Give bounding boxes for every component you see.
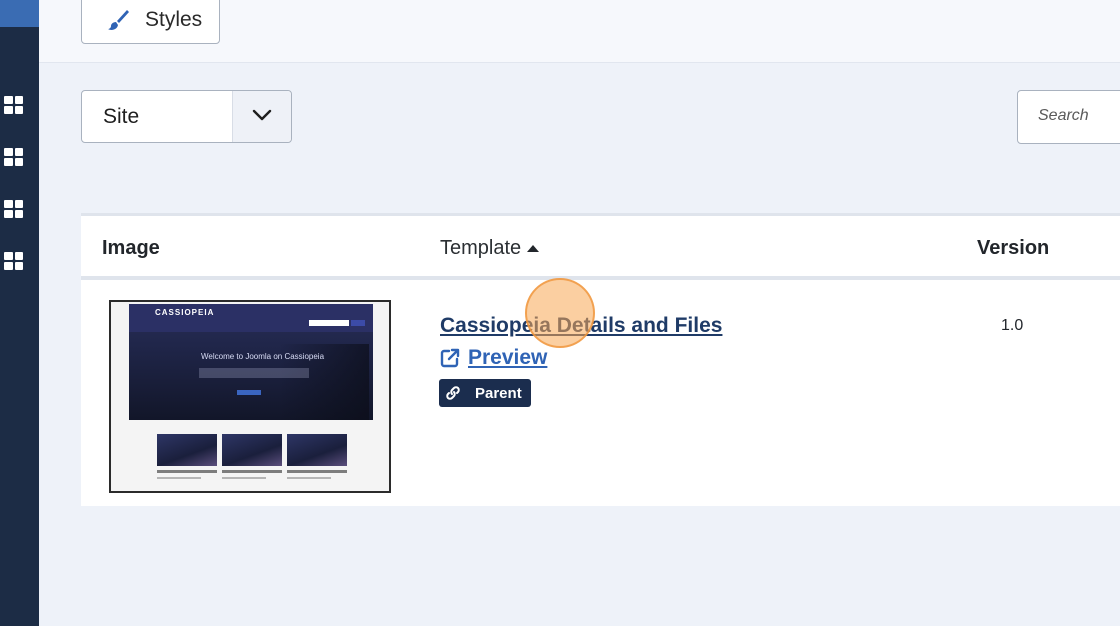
- chevron-down-icon: [252, 109, 272, 121]
- client-select-toggle[interactable]: [232, 91, 291, 142]
- thumbnail-card-text: [222, 477, 266, 479]
- styles-button[interactable]: Styles: [81, 0, 220, 44]
- parent-badge-label: Parent: [475, 384, 522, 402]
- templates-table: Image Template Version CASSIOPEIA Welcom…: [81, 213, 1120, 506]
- template-thumbnail: CASSIOPEIA Welcome to Joomla on Cassiope…: [109, 300, 391, 493]
- thumbnail-nav: CASSIOPEIA: [129, 304, 373, 332]
- dashboard-icon[interactable]: [4, 96, 23, 114]
- parent-badge: Parent: [439, 379, 531, 407]
- link-icon: [446, 386, 460, 400]
- sort-ascending-icon: [527, 245, 540, 252]
- column-header-template-label: Template: [440, 237, 522, 259]
- thumbnail-hero-text: [199, 368, 309, 378]
- thumbnail-card-text: [287, 477, 331, 479]
- styles-button-label: Styles: [145, 8, 203, 31]
- thumbnail-card-text: [157, 477, 201, 479]
- thumbnail-card: [222, 434, 282, 466]
- client-select[interactable]: Site: [81, 90, 292, 143]
- thumbnail-card-caption: [287, 470, 347, 473]
- search-input[interactable]: [1038, 107, 1120, 125]
- brush-icon: [108, 10, 129, 30]
- search-field[interactable]: [1017, 90, 1120, 144]
- thumbnail-card: [157, 434, 217, 466]
- thumbnail-search-button: [351, 320, 365, 326]
- client-select-value: Site: [103, 105, 140, 128]
- sidebar: [0, 0, 39, 626]
- thumbnail-search: [309, 320, 349, 326]
- dashboard-icon[interactable]: [4, 200, 23, 218]
- thumbnail-hero: CASSIOPEIA Welcome to Joomla on Cassiope…: [129, 304, 373, 420]
- table-row: CASSIOPEIA Welcome to Joomla on Cassiope…: [81, 280, 1120, 506]
- column-header-template[interactable]: Template: [440, 237, 540, 260]
- table-header: Image Template Version: [81, 216, 1120, 280]
- thumbnail-hero-title: Welcome to Joomla on Cassiopeia: [201, 352, 325, 361]
- preview-link-label: Preview: [468, 346, 548, 369]
- column-header-version: Version: [977, 237, 1050, 259]
- dashboard-icon[interactable]: [4, 148, 23, 166]
- thumbnail-hero-button: [237, 390, 261, 395]
- thumbnail-card: [287, 434, 347, 466]
- preview-link[interactable]: Preview: [440, 346, 547, 370]
- column-header-image: Image: [102, 237, 160, 259]
- external-link-icon: [440, 348, 460, 368]
- thumbnail-brand: CASSIOPEIA: [155, 308, 215, 317]
- thumbnail-card-caption: [222, 470, 282, 473]
- dashboard-icon[interactable]: [4, 252, 23, 270]
- template-details-link[interactable]: Cassiopeia Details and Files: [440, 314, 722, 338]
- thumbnail-card-caption: [157, 470, 217, 473]
- sidebar-active-indicator[interactable]: [0, 0, 39, 27]
- version-cell: 1.0: [1001, 317, 1024, 334]
